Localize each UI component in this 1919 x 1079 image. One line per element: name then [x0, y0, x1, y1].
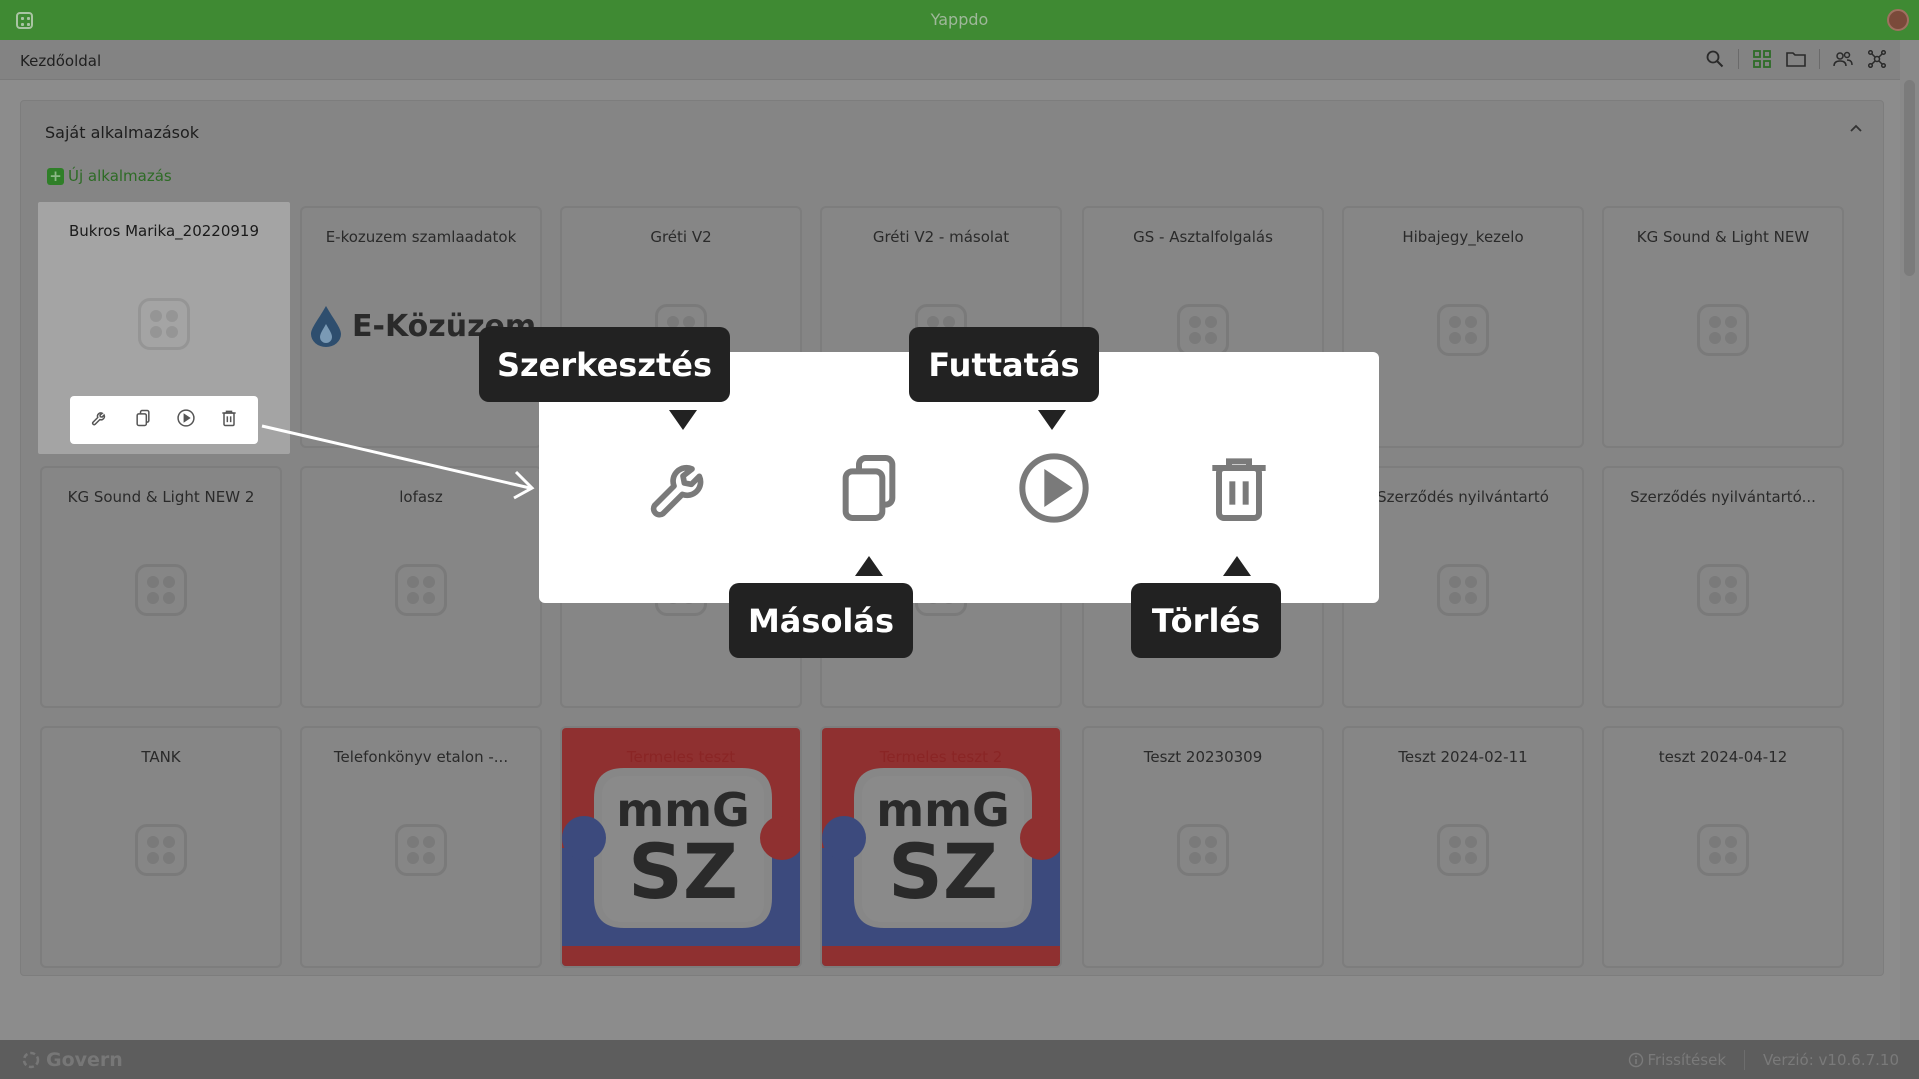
toolbar-divider — [1819, 49, 1820, 69]
wrench-icon[interactable] — [643, 448, 723, 528]
app-title: Yappdo — [930, 10, 989, 29]
app-placeholder-icon — [1697, 304, 1749, 356]
collapse-chevron-icon[interactable] — [1849, 121, 1863, 137]
footer-brand: Govern — [22, 1049, 123, 1071]
title-bar: Yappdo — [0, 0, 1919, 40]
users-icon[interactable] — [1832, 48, 1854, 70]
app-name: Hibajegy_kezelo — [1402, 228, 1524, 246]
app-card[interactable]: Teszt 20230309 — [1082, 726, 1324, 968]
play-icon[interactable] — [1014, 448, 1094, 528]
app-placeholder-icon — [138, 298, 190, 350]
tooltip-copy: Másolás — [729, 583, 913, 658]
new-app-label: Új alkalmazás — [68, 167, 172, 185]
app-name: GS - Asztalfolgalás — [1133, 228, 1273, 246]
app-card[interactable]: mmG SZ Termeles teszt 2 — [820, 726, 1062, 968]
app-placeholder-icon — [1437, 824, 1489, 876]
tooltip-arrow — [669, 410, 697, 430]
app-placeholder-icon — [1437, 564, 1489, 616]
copy-icon[interactable] — [133, 408, 153, 432]
water-drop-icon — [311, 306, 341, 347]
tooltip-arrow — [855, 556, 883, 576]
folder-icon[interactable] — [1785, 48, 1807, 70]
brand-name: Govern — [46, 1049, 123, 1071]
user-avatar[interactable] — [1887, 9, 1909, 31]
version-label: Verzió: v10.6.7.10 — [1763, 1051, 1899, 1069]
grid-view-icon[interactable] — [1751, 48, 1773, 70]
app-name: Telefonkönyv etalon -... — [333, 748, 509, 766]
govern-logo-icon — [22, 1051, 40, 1069]
app-name: Teszt 2024-02-11 — [1398, 748, 1528, 766]
tooltip-arrow — [1038, 410, 1066, 430]
footer: Govern Frissítések Verzió: v10.6.7.10 — [0, 1040, 1919, 1079]
app-name: Gréti V2 — [650, 228, 712, 246]
app-card[interactable]: Telefonkönyv etalon -... — [300, 726, 542, 968]
app-card[interactable]: mmG SZ Termeles teszt — [560, 726, 802, 968]
tooltip-edit: Szerkesztés — [479, 327, 730, 402]
app-placeholder-icon — [1177, 304, 1229, 356]
app-card[interactable]: Teszt 2024-02-11 — [1342, 726, 1584, 968]
app-placeholder-icon — [135, 564, 187, 616]
tooltip-run: Futtatás — [909, 327, 1099, 402]
app-placeholder-icon — [395, 824, 447, 876]
scrollbar-thumb[interactable] — [1904, 80, 1915, 276]
app-name: Termeles teszt 2 — [879, 748, 1003, 766]
footer-divider — [1744, 1050, 1746, 1070]
app-card[interactable]: Bukros Marika_20220919 — [38, 202, 290, 454]
app-name: Szerződés nyilvántartó... — [1630, 488, 1816, 506]
app-name: Gréti V2 - másolat — [872, 228, 1010, 246]
app-placeholder-icon — [1697, 564, 1749, 616]
trash-icon[interactable] — [1199, 448, 1279, 528]
app-placeholder-icon — [1177, 824, 1229, 876]
app-name: KG Sound & Light NEW 2 — [67, 488, 255, 506]
wrench-icon[interactable] — [90, 408, 110, 432]
app-name: Bukros Marika_20220919 — [68, 222, 259, 240]
card-action-bar — [70, 396, 258, 444]
app-card[interactable]: TANK — [40, 726, 282, 968]
app-card[interactable]: KG Sound & Light NEW 2 — [40, 466, 282, 708]
tooltip-arrow — [1223, 556, 1251, 576]
app-name: E-kozuzem szamlaadatok — [325, 228, 517, 246]
network-icon[interactable] — [1866, 48, 1888, 70]
app-name: Termeles teszt — [626, 748, 736, 766]
updates-label: Frissítések — [1647, 1051, 1727, 1069]
copy-icon[interactable] — [829, 448, 909, 528]
trash-icon[interactable] — [219, 408, 239, 432]
search-icon[interactable] — [1704, 48, 1726, 70]
app-card[interactable]: Szerződés nyilvántartó... — [1602, 466, 1844, 708]
info-icon — [1628, 1052, 1643, 1068]
toolbar: Kezdőoldal — [0, 40, 1900, 80]
tooltip-delete: Törlés — [1131, 583, 1281, 658]
new-app-button[interactable]: + Új alkalmazás — [47, 167, 172, 185]
logo-text-bottom: SZ — [888, 827, 998, 916]
breadcrumb[interactable]: Kezdőoldal — [20, 52, 101, 70]
app-placeholder-icon — [1437, 304, 1489, 356]
pointer-arrow — [261, 424, 535, 500]
app-name: teszt 2024-04-12 — [1658, 748, 1788, 766]
app-placeholder-icon — [395, 564, 447, 616]
app-card[interactable]: KG Sound & Light NEW — [1602, 206, 1844, 448]
app-card[interactable]: teszt 2024-04-12 — [1602, 726, 1844, 968]
toolbar-divider — [1738, 49, 1739, 69]
app-name: TANK — [141, 748, 181, 766]
app-placeholder-icon — [135, 824, 187, 876]
plus-icon: + — [47, 167, 64, 185]
app-placeholder-icon — [1697, 824, 1749, 876]
updates-link[interactable]: Frissítések — [1628, 1051, 1727, 1069]
app-name: Teszt 20230309 — [1143, 748, 1263, 766]
play-icon[interactable] — [176, 408, 196, 432]
app-name: KG Sound & Light NEW — [1636, 228, 1810, 246]
app-name: Szerződés nyilvántartó — [1377, 488, 1549, 506]
panel-title: Saját alkalmazások — [45, 123, 200, 142]
logo-text-bottom: SZ — [628, 827, 738, 916]
